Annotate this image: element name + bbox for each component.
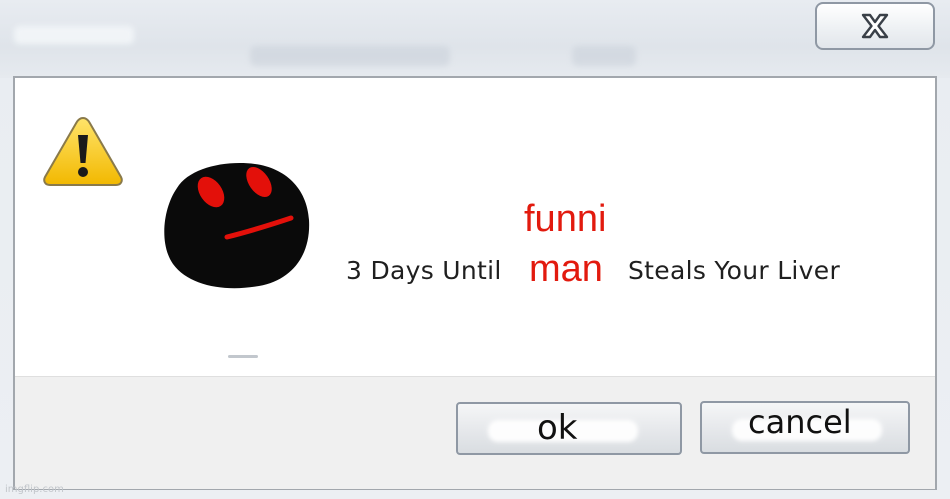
window-title-bar (0, 0, 950, 78)
red-word-bottom: man (529, 248, 603, 290)
message-prefix-text: 3 Days Until (346, 256, 502, 285)
dialog-window: 3 Days Until funni man Steals Your Liver… (13, 76, 937, 490)
warning-triangle-icon (43, 116, 123, 186)
ok-button-label: ok (537, 408, 578, 448)
blurred-column-header (250, 46, 450, 66)
black-ball-face (164, 163, 310, 289)
blurred-column-header (572, 46, 636, 66)
close-button[interactable] (815, 2, 935, 50)
cancel-button-label: cancel (748, 403, 852, 441)
ok-button[interactable]: ok (456, 402, 682, 455)
red-word-top: funni (524, 198, 607, 240)
blurred-title-text (14, 26, 134, 44)
message-suffix-text: Steals Your Liver (628, 256, 841, 285)
watermark-text: imgflip.com (5, 484, 64, 495)
screenshot-root: 3 Days Until funni man Steals Your Liver… (0, 0, 950, 499)
cancel-button[interactable]: cancel (700, 401, 910, 454)
close-x-icon (861, 13, 889, 39)
stray-mark (228, 355, 258, 358)
